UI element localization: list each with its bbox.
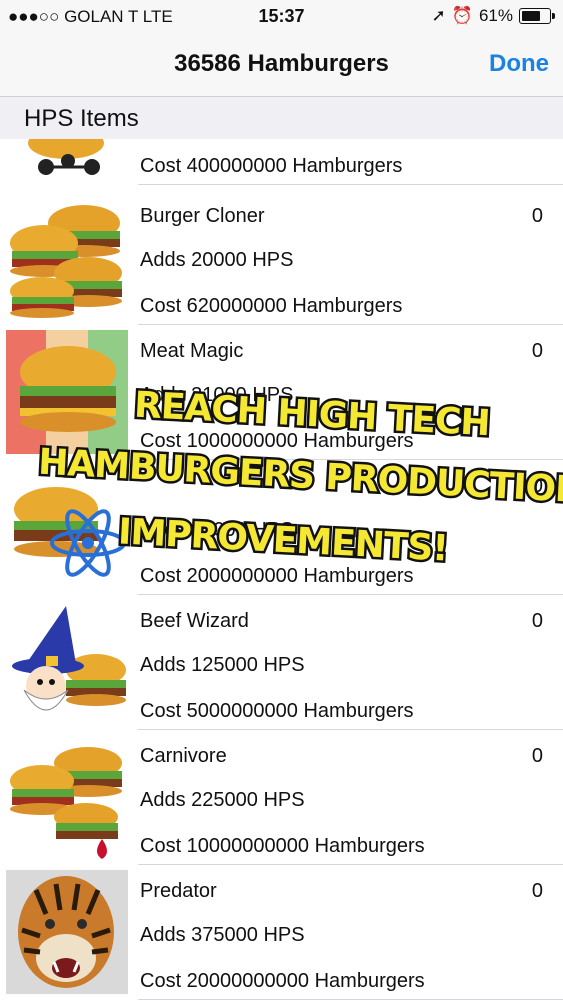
item-cost: Cost 10000000000 Hamburgers — [140, 835, 425, 857]
item-cost: Cost 5000000000 Hamburgers — [140, 700, 414, 722]
status-bar: ●●●○○ GOLAN T LTE 15:37 ➚ ⏰ 61% — [0, 0, 563, 34]
tiger-icon — [6, 870, 128, 994]
item-adds: Adds 375000 HPS — [140, 924, 305, 946]
item-name: Predator — [140, 880, 217, 902]
magic-burger-icon — [6, 330, 128, 454]
item-count: 0 — [531, 475, 543, 497]
navigation-bar: 36586 Hamburgers Done — [0, 34, 563, 97]
section-title: HPS Items — [24, 105, 139, 132]
list-item[interactable]: Carnivore Adds 225000 HPS Cost 100000000… — [0, 731, 563, 865]
item-cost: Cost 400000000 Hamburgers — [140, 155, 403, 177]
item-cost: Cost 620000000 Hamburgers — [140, 295, 403, 317]
list-item[interactable]: Meat Magic Adds 31000 HPS Cost 100000000… — [0, 326, 563, 460]
atom-burger-icon — [14, 487, 126, 577]
location-icon: ➚ — [431, 6, 446, 25]
list-item[interactable]: Cost 400000000 Hamburgers — [0, 139, 563, 185]
item-adds: Adds 20000 HPS — [140, 249, 294, 271]
battery-icon — [519, 8, 555, 24]
hps-items-list[interactable]: Cost 400000000 Hamburgers Burger Cloner … — [0, 139, 563, 1000]
row-separator — [138, 594, 563, 595]
burger-stack-icon — [10, 205, 122, 318]
item-name: Burger Cloner — [140, 205, 265, 227]
item-name: Carnivore — [140, 745, 227, 767]
wizard-burger-icon — [12, 606, 126, 711]
row-separator — [138, 324, 563, 325]
item-count: 0 — [531, 610, 543, 632]
item-adds: Adds 31000 HPS — [140, 384, 294, 406]
item-name: Meat Magic — [140, 340, 244, 362]
item-count: 0 — [531, 340, 543, 362]
item-count: 0 — [531, 880, 543, 902]
status-right: ➚ ⏰ 61% — [431, 6, 555, 26]
list-item[interactable]: Burger Cloner Adds 20000 HPS Cost 620000… — [0, 191, 563, 325]
item-count: 0 — [531, 745, 543, 767]
section-header: HPS Items — [0, 97, 563, 139]
row-separator — [138, 729, 563, 730]
item-adds: Adds 82000 HPS — [140, 519, 294, 541]
item-adds: Adds 225000 HPS — [140, 789, 305, 811]
row-separator — [138, 864, 563, 865]
item-cost: Cost 2000000000 Hamburgers — [140, 565, 414, 587]
list-item[interactable]: Predator Adds 375000 HPS Cost 2000000000… — [0, 866, 563, 1000]
item-adds: Adds 125000 HPS — [140, 654, 305, 676]
alarm-icon: ⏰ — [451, 6, 473, 25]
robot-burger-icon — [28, 139, 104, 175]
item-cost: Cost 20000000000 Hamburgers — [140, 970, 425, 992]
row-separator — [138, 459, 563, 460]
page-title: 36586 Hamburgers — [174, 50, 389, 77]
done-button[interactable]: Done — [489, 50, 549, 78]
item-name: Beef Wizard — [140, 610, 249, 632]
carnivore-burger-icon — [10, 747, 122, 859]
list-item[interactable]: Beef Wizard Adds 125000 HPS Cost 5000000… — [0, 596, 563, 730]
row-separator — [138, 184, 563, 185]
list-item[interactable]: Adds 82000 HPS Cost 2000000000 Hamburger… — [0, 461, 563, 595]
battery-percent: 61% — [478, 6, 513, 25]
item-cost: Cost 1000000000 Hamburgers — [140, 430, 414, 452]
item-count: 0 — [531, 205, 543, 227]
